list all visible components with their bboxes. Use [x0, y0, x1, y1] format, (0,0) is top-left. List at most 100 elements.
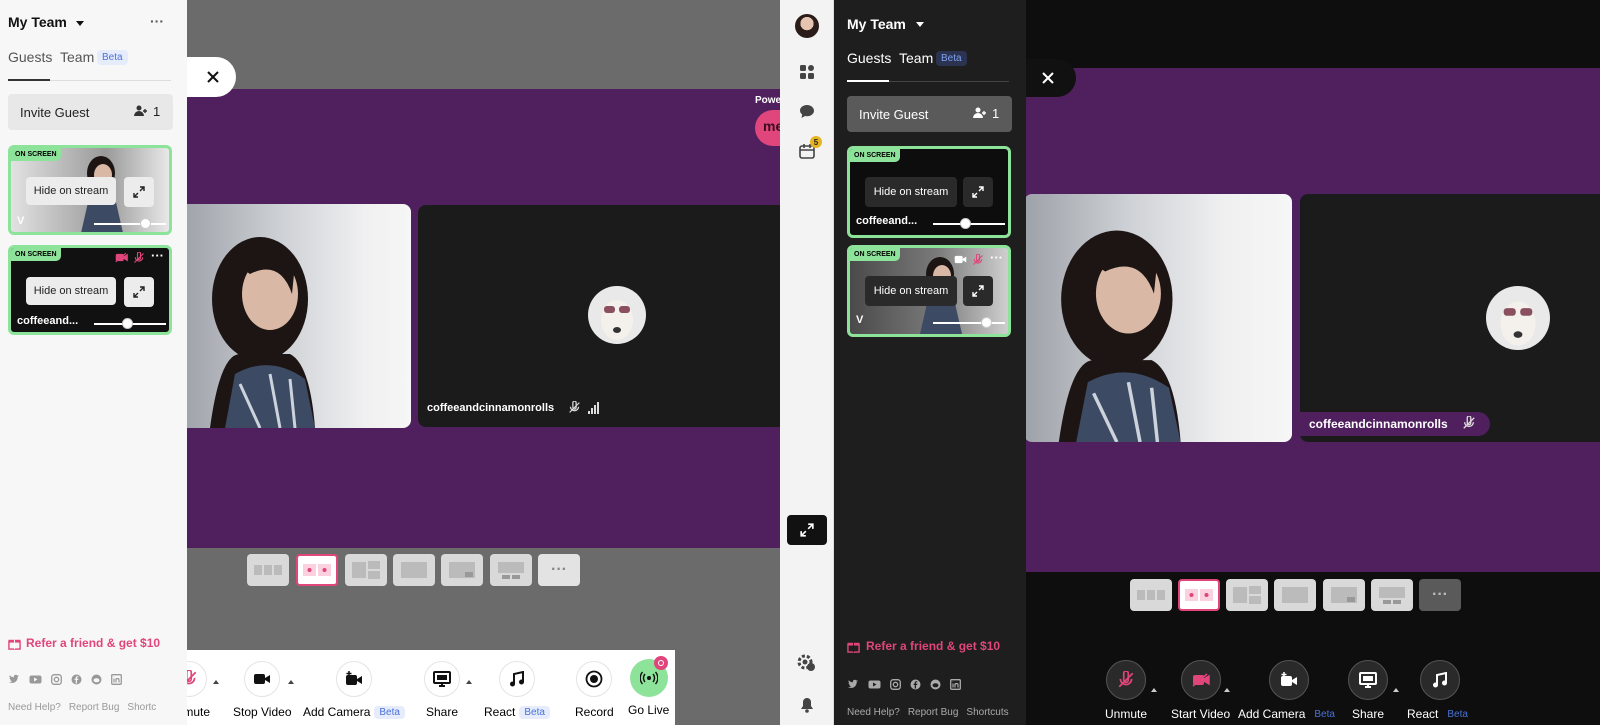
- volume-slider[interactable]: [94, 218, 166, 229]
- tab-team[interactable]: Team: [60, 49, 94, 65]
- need-help-link[interactable]: Need Help?: [8, 702, 61, 713]
- volume-knob[interactable]: [981, 317, 992, 328]
- layout-single[interactable]: [1274, 579, 1316, 611]
- guest-card[interactable]: ON SCREEN ··· Hide on stream V: [847, 245, 1011, 337]
- start-video-button[interactable]: Start Video: [1171, 660, 1230, 721]
- hide-on-stream-button[interactable]: Hide on stream: [26, 177, 116, 205]
- add-camera-button[interactable]: Add Camera Beta: [1238, 660, 1340, 721]
- hide-on-stream-button[interactable]: Hide on stream: [865, 177, 957, 207]
- youtube-icon[interactable]: [29, 674, 42, 685]
- shortcuts-link[interactable]: Shortcuts: [966, 707, 1008, 718]
- volume-knob[interactable]: [122, 318, 133, 329]
- layout-grid-3[interactable]: [247, 554, 289, 586]
- linkedin-icon[interactable]: [950, 679, 961, 690]
- reddit-icon[interactable]: [91, 674, 102, 685]
- add-camera-button[interactable]: Add Camera Beta: [303, 661, 405, 719]
- volume-slider[interactable]: [94, 318, 166, 329]
- layout-thumbnails[interactable]: [1371, 579, 1413, 611]
- youtube-icon[interactable]: [868, 679, 881, 690]
- guest-more-icon[interactable]: ···: [151, 248, 164, 263]
- record-button[interactable]: Record: [575, 661, 614, 719]
- bell-icon[interactable]: [799, 697, 815, 713]
- volume-slider[interactable]: [933, 218, 1005, 229]
- footer-links: Need Help? Report Bug Shortc: [8, 702, 156, 713]
- tab-guests[interactable]: Guests: [847, 50, 891, 66]
- stop-video-button[interactable]: Stop Video: [233, 661, 292, 719]
- layout-single[interactable]: [393, 554, 435, 586]
- layout-more-button[interactable]: ···: [538, 554, 580, 586]
- need-help-link[interactable]: Need Help?: [847, 707, 900, 718]
- video-tile-guest[interactable]: coffeeandcinnamonrolls: [418, 205, 780, 427]
- settings-icon[interactable]: [797, 654, 817, 672]
- refer-friend-link[interactable]: Refer a friend & get $10: [26, 636, 160, 650]
- guest-more-icon[interactable]: ···: [990, 250, 1003, 265]
- video-options-caret[interactable]: [288, 680, 294, 684]
- volume-knob[interactable]: [960, 218, 971, 229]
- avatar[interactable]: [795, 14, 819, 38]
- beta-badge: Beta: [1314, 708, 1335, 720]
- team-name[interactable]: My Team: [8, 14, 67, 30]
- more-options-icon[interactable]: ···: [150, 13, 164, 29]
- instagram-icon[interactable]: [890, 679, 901, 690]
- unmute-options-caret[interactable]: [1151, 688, 1157, 692]
- unmute-options-caret[interactable]: [213, 680, 219, 684]
- layout-picture-in-picture[interactable]: [1323, 579, 1365, 611]
- facebook-icon[interactable]: [71, 674, 82, 685]
- video-tile-host[interactable]: [180, 204, 411, 428]
- linkedin-icon[interactable]: [111, 674, 122, 685]
- unmute-button[interactable]: Unmute: [1105, 660, 1147, 721]
- video-tile-host[interactable]: [1024, 194, 1292, 442]
- guest-card[interactable]: ON SCREEN Hide on stream V: [8, 145, 172, 235]
- team-dropdown-icon[interactable]: [916, 22, 924, 27]
- share-button[interactable]: Share: [424, 661, 460, 719]
- report-bug-link[interactable]: Report Bug: [908, 707, 959, 718]
- guest-card[interactable]: ON SCREEN Hide on stream coffeeand...: [847, 146, 1011, 238]
- react-button[interactable]: React Beta: [484, 661, 550, 719]
- facebook-icon[interactable]: [910, 679, 921, 690]
- video-options-caret[interactable]: [1224, 688, 1230, 692]
- twitter-icon[interactable]: [8, 674, 20, 685]
- report-bug-link[interactable]: Report Bug: [69, 702, 120, 713]
- layout-picture-in-picture[interactable]: [441, 554, 483, 586]
- layout-more-button[interactable]: ···: [1419, 579, 1461, 611]
- react-button[interactable]: React Beta: [1407, 660, 1473, 721]
- layout-pip-stack[interactable]: [1226, 579, 1268, 611]
- twitter-icon[interactable]: [847, 679, 859, 690]
- layout-thumbnails[interactable]: [490, 554, 532, 586]
- volume-knob[interactable]: [140, 218, 151, 229]
- share-options-caret[interactable]: [1393, 688, 1399, 692]
- tab-guests[interactable]: Guests: [8, 49, 52, 65]
- volume-slider[interactable]: [933, 317, 1005, 328]
- guest-name: V: [856, 314, 864, 326]
- fullscreen-button[interactable]: [787, 515, 827, 545]
- invite-guest-button[interactable]: Invite Guest 1: [847, 96, 1012, 132]
- layout-pip-stack[interactable]: [345, 554, 387, 586]
- host-video-image: [210, 237, 315, 428]
- instagram-icon[interactable]: [51, 674, 62, 685]
- mic-muted-icon: [134, 252, 144, 263]
- close-panel-button[interactable]: [1026, 59, 1076, 97]
- guest-card[interactable]: ON SCREEN ··· Hide on stream coffeeand..…: [8, 245, 172, 335]
- hide-on-stream-button[interactable]: Hide on stream: [26, 277, 116, 305]
- share-options-caret[interactable]: [466, 680, 472, 684]
- expand-button[interactable]: [963, 276, 993, 306]
- team-name[interactable]: My Team: [847, 16, 906, 32]
- invite-guest-button[interactable]: Invite Guest 1: [8, 94, 173, 130]
- layout-grid-3[interactable]: [1130, 579, 1172, 611]
- share-button[interactable]: Share: [1348, 660, 1388, 721]
- expand-button[interactable]: [963, 177, 993, 207]
- expand-button[interactable]: [124, 177, 154, 207]
- video-tile-guest[interactable]: coffeeandcinnamonrolls: [1300, 194, 1600, 442]
- shortcuts-link[interactable]: Shortc: [127, 702, 156, 713]
- layout-side-by-side[interactable]: [296, 554, 338, 586]
- chat-icon[interactable]: [799, 104, 815, 119]
- refer-friend-link[interactable]: Refer a friend & get $10: [866, 639, 1000, 653]
- layout-side-by-side[interactable]: [1178, 579, 1220, 611]
- apps-icon[interactable]: [799, 64, 815, 80]
- tab-team[interactable]: Team: [899, 50, 933, 66]
- reddit-icon[interactable]: [930, 679, 941, 690]
- studio-dark: coffeeandcinnamonrolls ··· Unmute Start …: [780, 0, 1600, 725]
- team-dropdown-icon[interactable]: [76, 21, 84, 26]
- expand-button[interactable]: [124, 277, 154, 307]
- hide-on-stream-button[interactable]: Hide on stream: [865, 276, 957, 306]
